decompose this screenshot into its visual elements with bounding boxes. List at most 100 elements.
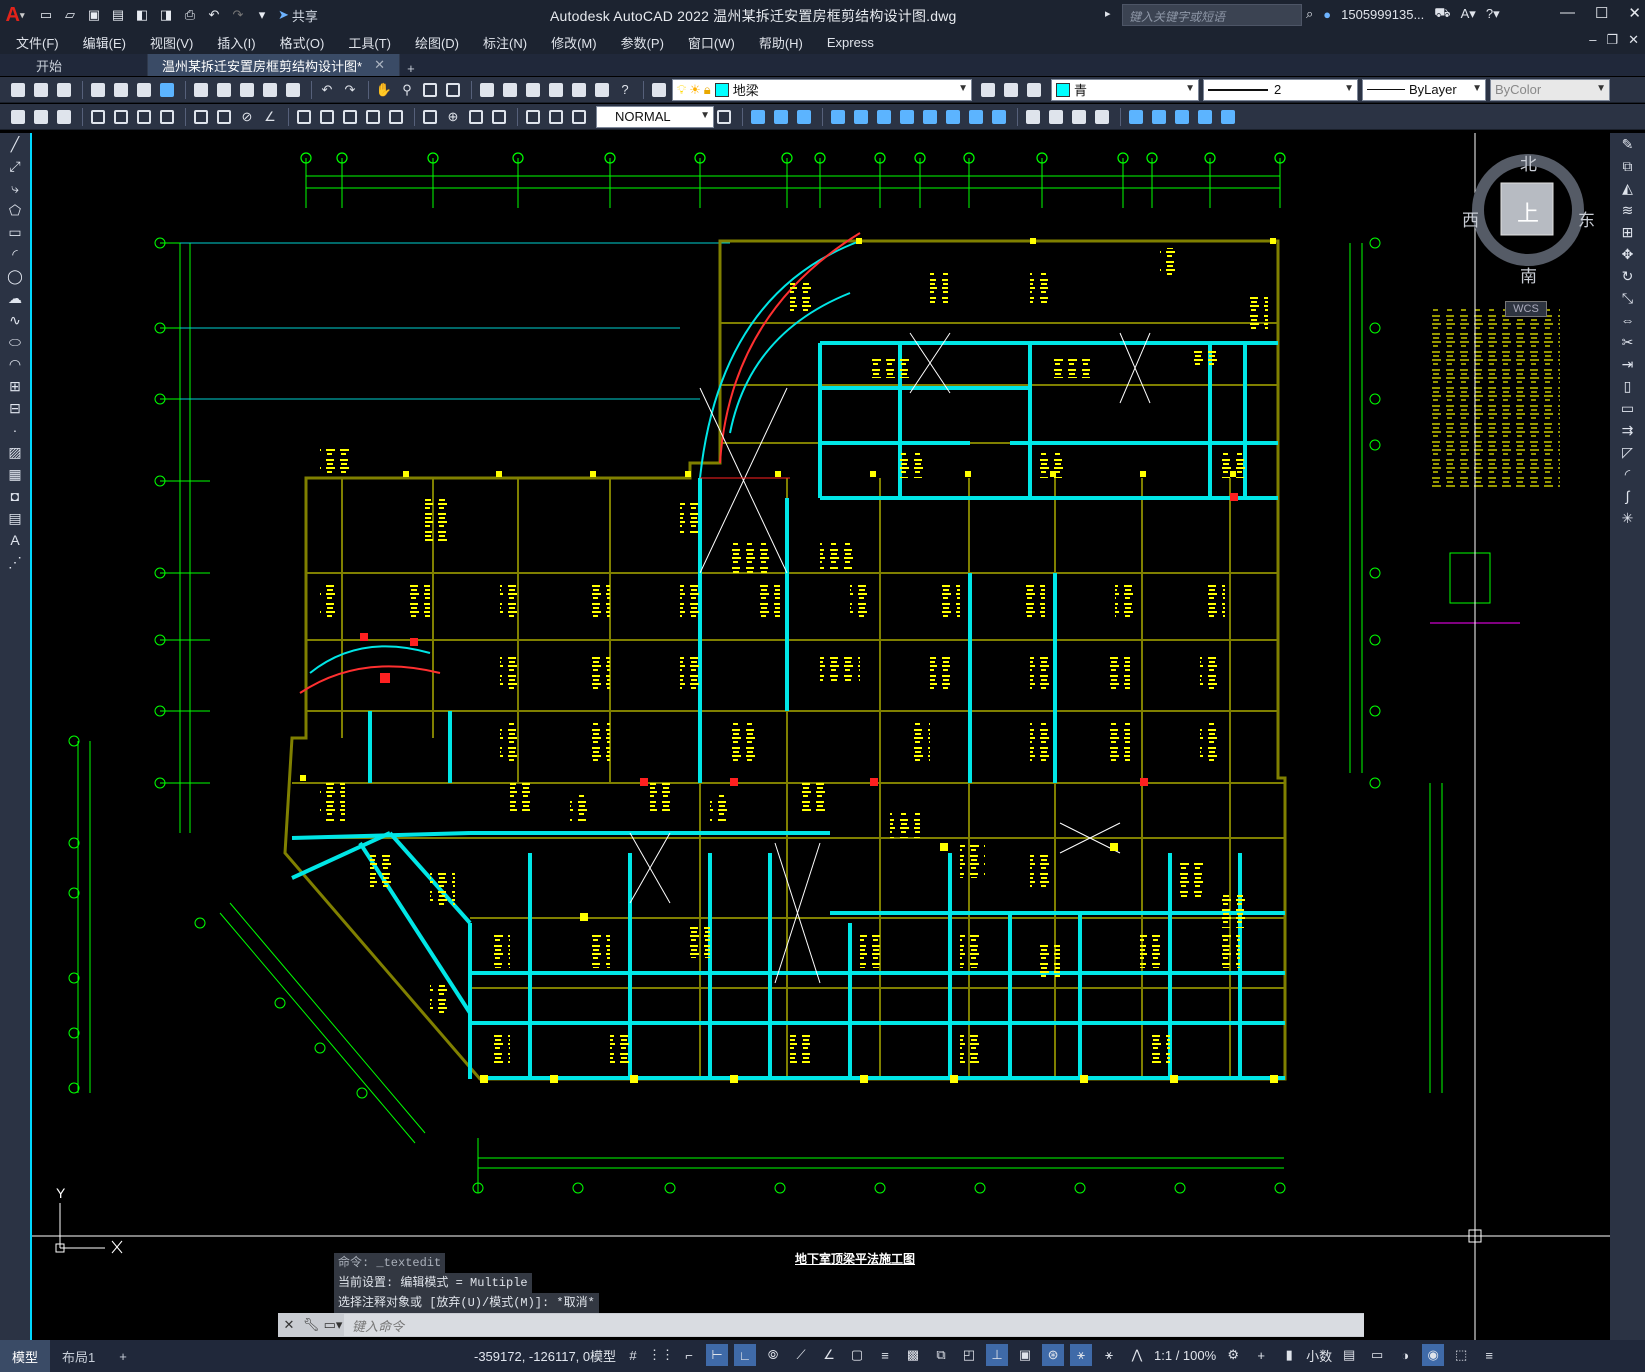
search-input[interactable]: 键入关键字或短语 [1122,4,1302,26]
dim-radius-icon[interactable] [191,107,211,127]
units-value[interactable]: 小数 [1306,1346,1332,1365]
color-dropdown[interactable]: 青 ▼ [1051,78,1199,101]
trim-icon[interactable]: ✂ [1610,331,1645,353]
coordinates-readout[interactable]: -359172, -126117, 0 [474,1349,590,1364]
copy-object-icon[interactable]: ⧉ [1610,155,1645,177]
presspull-icon[interactable] [851,107,871,127]
join-icon[interactable]: ⇉ [1610,419,1645,441]
binoculars-icon[interactable]: ⌕ [1306,6,1313,22]
sheet-set-icon[interactable] [546,80,566,100]
conceptual-icon[interactable] [1092,107,1112,127]
isolate-objects-icon[interactable]: ◑ [1394,1344,1416,1366]
menu-modify[interactable]: 修改(M) [551,33,597,52]
tab-start[interactable]: 开始 [0,54,148,76]
quick-dim-icon[interactable] [294,107,314,127]
revision-cloud-icon[interactable]: ☁ [0,287,30,309]
menu-tools[interactable]: 工具(T) [348,33,391,52]
break-icon[interactable]: ▭ [1610,397,1645,419]
viewcube[interactable]: 北 南 西 东 上 [1462,150,1595,286]
publish-icon[interactable] [134,80,154,100]
polygon-icon[interactable]: ⬠ [0,199,30,221]
tab-layout1[interactable]: 布局1 [50,1340,107,1372]
viewcube-south[interactable]: 南 [1520,262,1537,287]
break-point-icon[interactable]: ▯ [1610,375,1645,397]
save-icon[interactable]: ▣ [84,5,104,25]
pan-icon[interactable]: ✋ [374,80,394,100]
calculator-icon[interactable] [592,80,612,100]
fillet-icon[interactable]: ◜ [1610,463,1645,485]
gizmo-icon[interactable]: ⊛ [1042,1344,1065,1366]
tab-drawing[interactable]: 温州某拆迁安置房框剪结构设计图* ✕ [148,54,400,76]
command-prompt-icon[interactable]: ▭▾ [322,1317,344,1333]
new-icon[interactable] [8,80,28,100]
doc-minimize-button[interactable]: – [1589,32,1596,48]
dim-space-icon[interactable] [363,107,383,127]
stretch-icon[interactable]: ⇔ [1610,309,1645,331]
save-as-icon[interactable]: ▤ [108,5,128,25]
insert-block-icon[interactable]: ⊞ [0,375,30,397]
user-name[interactable]: 1505999135... [1341,7,1424,22]
inspect-icon[interactable] [466,107,486,127]
plotstyle-dropdown[interactable]: ByColor ▼ [1490,78,1610,101]
dim-baseline-icon[interactable] [317,107,337,127]
ortho-icon[interactable]: ∟ [734,1344,757,1366]
3d-print-icon[interactable] [157,80,177,100]
table-icon[interactable]: ▤ [0,507,30,529]
wrench-icon[interactable]: 🔧︎ [300,1317,322,1333]
units-icon[interactable]: ▮ [1278,1344,1300,1366]
dim-update-icon[interactable] [569,107,589,127]
dim-break-icon[interactable] [386,107,406,127]
tool-palettes-icon[interactable] [523,80,543,100]
arc-icon[interactable]: ◜ [0,243,30,265]
help-icon[interactable]: ?▾ [1486,6,1500,22]
command-input[interactable]: 键入命令 [344,1314,1364,1336]
make-block-icon[interactable]: ⊟ [0,397,30,419]
block-editor-icon[interactable] [283,80,303,100]
zoom-previous-icon[interactable] [443,80,463,100]
ucs-3point-icon[interactable] [1195,107,1215,127]
extrude-icon[interactable] [828,107,848,127]
undo-icon[interactable]: ↶ [204,5,224,25]
selection-filter-icon[interactable]: ▣ [1014,1344,1036,1366]
mirror-icon[interactable]: ◭ [1610,177,1645,199]
menu-express[interactable]: Express [827,35,874,50]
polyline-icon[interactable]: ⤷ [0,177,30,199]
app-logo-icon[interactable]: A ▾ [0,0,30,30]
help-icon[interactable]: ? [615,80,635,100]
viewcube-west[interactable]: 西 [1462,206,1479,231]
redo-icon[interactable]: ↷ [228,5,248,25]
draworder-icon[interactable] [8,107,28,127]
copy-icon[interactable] [214,80,234,100]
layer-state-icon[interactable] [1024,80,1044,100]
drawing-canvas[interactable]: Y [30,133,1610,1340]
cart-icon[interactable]: ⛟ [1434,5,1450,23]
spline-icon[interactable]: ∿ [0,309,30,331]
layer-previous-icon[interactable] [1001,80,1021,100]
move-icon[interactable]: ✥ [1610,243,1645,265]
share-button[interactable]: ➤ 共享 [278,6,318,25]
workspace-gear-icon[interactable]: ⚙ [1222,1344,1244,1366]
region-icon[interactable]: ◘ [0,485,30,507]
minimize-button[interactable]: — [1560,4,1575,22]
annotation-scale-icon[interactable]: ⋀ [1126,1344,1148,1366]
save-icon[interactable] [54,80,74,100]
circle-icon[interactable]: ◯ [0,265,30,287]
polar-icon[interactable]: ⦾ [762,1344,784,1366]
shade-icon[interactable] [1023,107,1043,127]
sweep-icon[interactable] [874,107,894,127]
add-selected-icon[interactable]: ⋰ [0,551,30,573]
menu-view[interactable]: 视图(V) [150,33,193,52]
offset-icon[interactable]: ≋ [1610,199,1645,221]
dynamic-ucs-icon[interactable]: ⊥ [986,1344,1009,1366]
tab-model[interactable]: 模型 [0,1340,51,1372]
box-icon[interactable] [748,107,768,127]
snap-icon[interactable]: ⋮⋮ [648,1344,674,1366]
linetype-dropdown[interactable]: 2 ▼ [1203,78,1358,101]
infer-icon[interactable]: ⌐ [678,1344,700,1366]
bring-front-icon[interactable] [31,107,51,127]
web-open-icon[interactable]: ◧ [132,5,152,25]
osnap-icon[interactable]: ▢ [846,1344,868,1366]
dim-continue-icon[interactable] [340,107,360,127]
jogged-linear-icon[interactable] [489,107,509,127]
intersect-icon[interactable] [989,107,1009,127]
